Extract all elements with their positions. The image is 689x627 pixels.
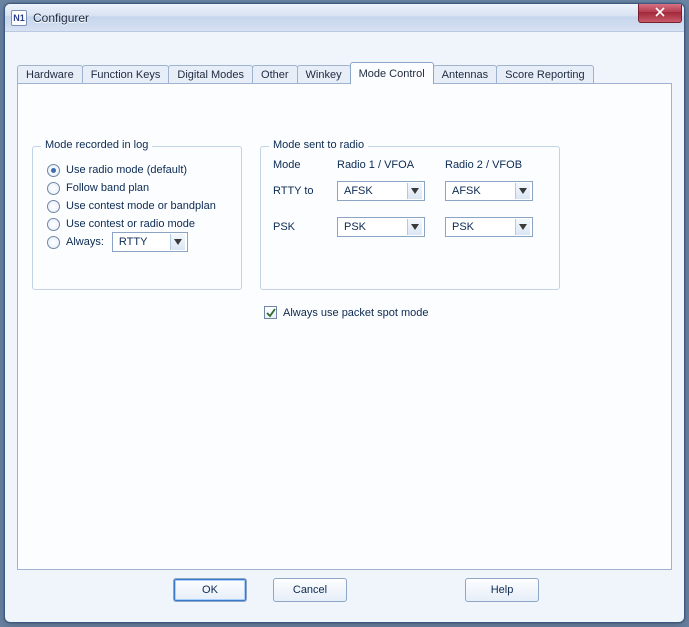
tab-winkey[interactable]: Winkey <box>297 65 351 84</box>
app-icon: N1 <box>11 10 27 26</box>
tab-label: Hardware <box>26 69 74 81</box>
tab-label: Function Keys <box>91 69 161 81</box>
combo-value: RTTY <box>119 236 148 248</box>
radio-label: Use radio mode (default) <box>66 164 187 176</box>
chevron-down-icon <box>407 183 422 199</box>
rtty-radio1-select[interactable]: AFSK <box>337 181 425 201</box>
tabpanel-mode-control: Mode recorded in log Use radio mode (def… <box>17 83 672 570</box>
tab-label: Score Reporting <box>505 69 585 81</box>
tab-label: Winkey <box>306 69 342 81</box>
tab-label: Digital Modes <box>177 69 244 81</box>
tab-digital-modes[interactable]: Digital Modes <box>168 65 253 84</box>
help-button[interactable]: Help <box>465 578 539 602</box>
tab-function-keys[interactable]: Function Keys <box>82 65 170 84</box>
combo-value: PSK <box>452 221 474 233</box>
button-label: Help <box>491 584 514 596</box>
tab-antennas[interactable]: Antennas <box>433 65 497 84</box>
group-legend: Mode sent to radio <box>269 139 368 151</box>
chevron-down-icon <box>515 183 530 199</box>
client-area: Hardware Function Keys Digital Modes Oth… <box>11 38 678 616</box>
header-radio2: Radio 2 / VFOB <box>445 159 545 171</box>
radio-contest-or-radio[interactable]: Use contest or radio mode <box>43 215 231 233</box>
radio-label: Always: <box>66 236 104 248</box>
combo-value: PSK <box>344 221 366 233</box>
button-bar: OK Cancel Help <box>11 578 678 608</box>
row-psk: PSK PSK PSK <box>273 217 533 237</box>
radio-label: Follow band plan <box>66 182 149 194</box>
chevron-down-icon <box>170 234 185 250</box>
always-mode-select[interactable]: RTTY <box>112 232 188 252</box>
combo-value: AFSK <box>344 185 373 197</box>
group-legend: Mode recorded in log <box>41 139 152 151</box>
tab-label: Antennas <box>442 69 488 81</box>
radio-always[interactable]: Always: RTTY <box>43 233 231 251</box>
row-label: PSK <box>273 221 337 233</box>
row-rtty: RTTY to AFSK AFSK <box>273 181 533 201</box>
radio-dot-icon <box>47 218 60 231</box>
radio-use-radio-mode[interactable]: Use radio mode (default) <box>43 161 231 179</box>
radio-dot-icon <box>47 182 60 195</box>
button-label: Cancel <box>293 584 327 596</box>
radio-follow-band-plan[interactable]: Follow band plan <box>43 179 231 197</box>
radio-label: Use contest mode or bandplan <box>66 200 216 212</box>
cancel-button[interactable]: Cancel <box>273 578 347 602</box>
radio-dot-icon <box>47 236 60 249</box>
window: N1 Configurer Hardware Function Keys Dig… <box>4 3 685 623</box>
row-label: RTTY to <box>273 185 337 197</box>
tab-score-reporting[interactable]: Score Reporting <box>496 65 594 84</box>
psk-radio1-select[interactable]: PSK <box>337 217 425 237</box>
close-icon <box>655 6 665 20</box>
checkbox-icon <box>264 306 277 319</box>
combo-value: AFSK <box>452 185 481 197</box>
group-mode-recorded: Mode recorded in log Use radio mode (def… <box>32 146 242 290</box>
tab-label: Other <box>261 69 289 81</box>
rtty-radio2-select[interactable]: AFSK <box>445 181 533 201</box>
packet-spot-checkbox-row[interactable]: Always use packet spot mode <box>264 306 429 319</box>
psk-radio2-select[interactable]: PSK <box>445 217 533 237</box>
group-mode-sent: Mode sent to radio Mode Radio 1 / VFOA R… <box>260 146 560 290</box>
tab-label: Mode Control <box>359 68 425 80</box>
radio-contest-or-bandplan[interactable]: Use contest mode or bandplan <box>43 197 231 215</box>
radio-options: Use radio mode (default) Follow band pla… <box>33 147 241 259</box>
ok-button[interactable]: OK <box>173 578 247 602</box>
tab-other[interactable]: Other <box>252 65 298 84</box>
chevron-down-icon <box>515 219 530 235</box>
tabstrip: Hardware Function Keys Digital Modes Oth… <box>17 62 672 84</box>
window-title: Configurer <box>33 11 89 25</box>
header-radio1: Radio 1 / VFOA <box>337 159 437 171</box>
radio-dot-icon <box>47 200 60 213</box>
checkbox-label: Always use packet spot mode <box>283 307 429 319</box>
titlebar[interactable]: N1 Configurer <box>5 4 684 32</box>
radio-dot-icon <box>47 164 60 177</box>
button-label: OK <box>202 584 218 596</box>
header-mode: Mode <box>273 159 333 171</box>
tab-hardware[interactable]: Hardware <box>17 65 83 84</box>
radio-label: Use contest or radio mode <box>66 218 195 230</box>
tab-mode-control[interactable]: Mode Control <box>350 62 434 84</box>
close-button[interactable] <box>638 4 682 23</box>
chevron-down-icon <box>407 219 422 235</box>
